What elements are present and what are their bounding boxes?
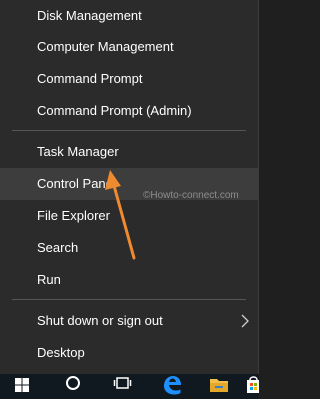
chevron-right-icon	[241, 314, 249, 328]
store-icon[interactable]	[246, 374, 259, 399]
menu-item-computer-management[interactable]: Computer Management	[0, 31, 259, 63]
task-view-icon[interactable]	[113, 374, 133, 399]
menu-item-disk-management[interactable]: Disk Management	[0, 0, 259, 32]
taskbar	[0, 374, 259, 399]
menu-item-shut-down-or-sign-out[interactable]: Shut down or sign out	[0, 305, 259, 337]
menu-item-command-prompt-admin[interactable]: Command Prompt (Admin)	[0, 95, 259, 127]
menu-item-run[interactable]: Run	[0, 264, 259, 296]
menu-item-task-manager[interactable]: Task Manager	[0, 136, 259, 168]
menu-item-desktop[interactable]: Desktop	[0, 337, 259, 369]
watermark: ©Howto-connect.com	[143, 190, 239, 201]
file-explorer-icon[interactable]	[208, 374, 230, 399]
edge-icon[interactable]	[161, 374, 183, 399]
menu-separator	[12, 299, 246, 300]
cortana-icon[interactable]	[64, 374, 82, 399]
pointer-arrow-annotation	[105, 170, 136, 260]
winx-power-user-menu: Disk Management Computer Management Comm…	[0, 0, 259, 374]
menu-separator	[12, 130, 246, 131]
start-icon[interactable]	[14, 374, 30, 399]
menu-item-command-prompt[interactable]: Command Prompt	[0, 63, 259, 95]
menu-item-label: Shut down or sign out	[37, 313, 163, 328]
